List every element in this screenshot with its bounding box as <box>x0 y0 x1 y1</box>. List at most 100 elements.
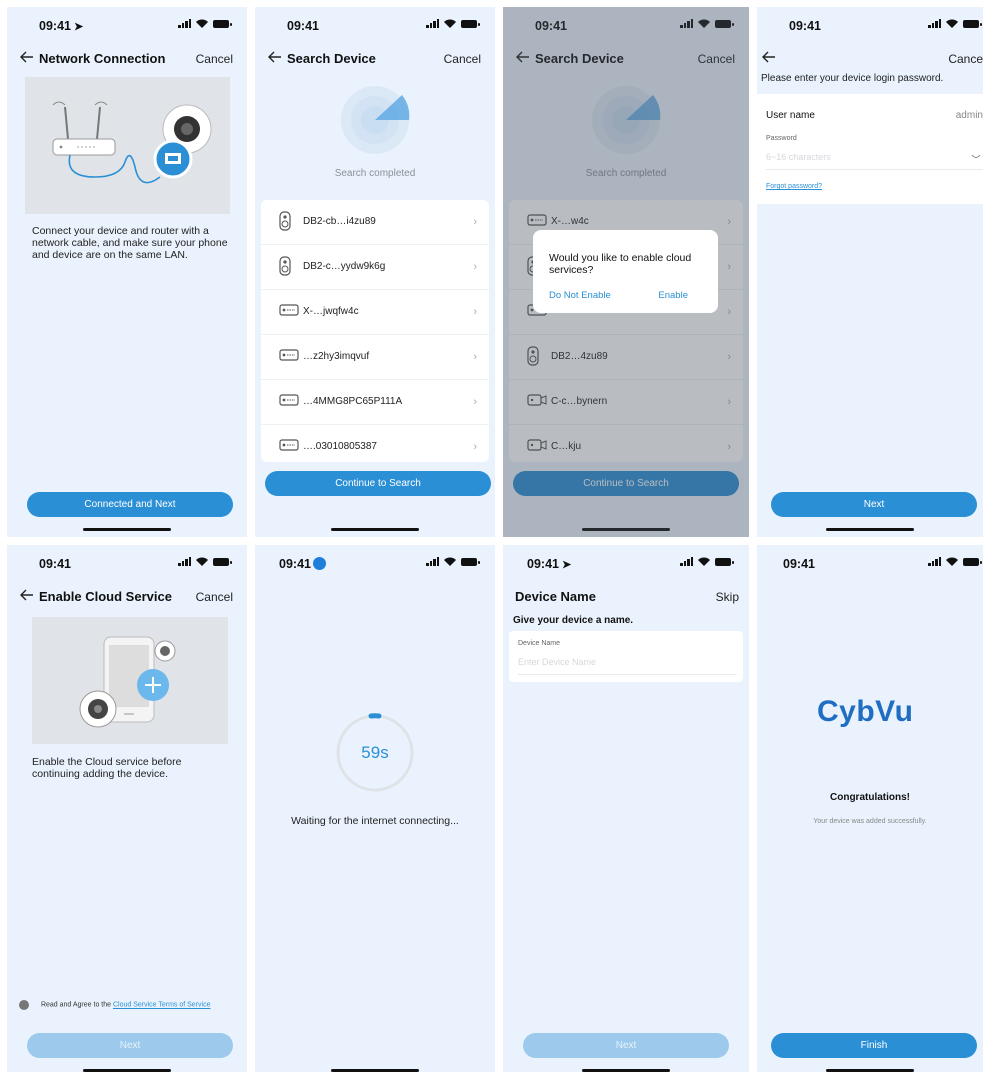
brand-logo: CybVu <box>817 695 914 728</box>
location-arrow-icon: ➤ <box>561 559 572 571</box>
screen-search-device-dialog: 09:41 Search Device Cancel Search comple… <box>503 7 749 537</box>
instruction-text: Give your device a name. <box>513 615 634 626</box>
screen-enable-cloud: 09:41 Enable Cloud Service Cancel Enable… <box>7 545 247 1072</box>
success-message: Your device was added successfully. <box>813 818 927 825</box>
page-title: Enable Cloud Service <box>39 589 172 604</box>
nav-bar: Device Name Skip <box>503 585 749 611</box>
cancel-button[interactable]: Cancel <box>196 590 233 604</box>
connected-next-button[interactable]: Connected and Next <box>27 492 233 517</box>
device-name: DB2-cb…i4zu89 <box>303 216 376 227</box>
agree-row: Read and Agree to the Cloud Service Term… <box>19 1000 244 1014</box>
device-list-item[interactable]: X-…jwqfw4c › <box>261 290 489 335</box>
chevron-right-icon: › <box>473 441 477 453</box>
status-time: 09:41 <box>279 557 326 571</box>
page-title: Device Name <box>515 589 596 604</box>
status-indicators <box>928 19 982 28</box>
signal-icon <box>928 19 941 28</box>
continue-search-button[interactable]: Continue to Search <box>265 471 491 496</box>
battery-icon <box>963 558 982 566</box>
cancel-button[interactable]: Cance <box>948 52 983 66</box>
signal-icon <box>426 19 439 28</box>
device-name: …z2hy3imqvuf <box>303 351 370 362</box>
wifi-icon <box>196 19 208 28</box>
forgot-password-link[interactable]: Forgot password? <box>766 183 822 190</box>
status-indicators <box>680 557 734 566</box>
status-indicators <box>426 557 480 566</box>
nav-bar: Network Connection Cancel <box>7 47 247 73</box>
screen-device-login: 09:41 Cance Please enter your device log… <box>757 7 983 537</box>
status-time: 09:41 ➤ <box>527 557 572 571</box>
device-list-item[interactable]: …z2hy3imqvuf › <box>261 335 489 380</box>
status-bar: 09:41 <box>255 545 495 579</box>
wifi-icon <box>444 19 456 28</box>
device-list-item[interactable]: ….03010805387 › <box>261 425 489 462</box>
wifi-icon <box>196 557 208 566</box>
status-bar: 09:41 <box>255 7 495 41</box>
home-indicator <box>826 527 914 531</box>
wifi-icon <box>698 557 710 566</box>
do-not-enable-button[interactable]: Do Not Enable <box>549 290 611 301</box>
back-arrow-icon[interactable] <box>19 49 35 65</box>
next-button[interactable]: Next <box>27 1033 233 1058</box>
location-arrow-icon: ➤ <box>73 21 84 33</box>
next-button[interactable]: Next <box>523 1033 729 1058</box>
nav-bar: Enable Cloud Service Cancel <box>7 585 247 611</box>
status-time: 09:41 <box>789 19 821 33</box>
chevron-right-icon: › <box>473 261 477 273</box>
cancel-button[interactable]: Cancel <box>196 52 233 66</box>
device-name: …4MMG8PC65P111A <box>303 396 403 407</box>
status-indicators <box>178 19 232 28</box>
instruction-text: Connect your device and router with a ne… <box>32 225 228 261</box>
wifi-icon <box>444 557 456 566</box>
instruction-text: Please enter your device login password. <box>761 73 944 84</box>
chevron-right-icon: › <box>473 216 477 228</box>
screen-waiting-connection: 09:41 59s Waiting for the internet conne… <box>255 545 495 1072</box>
next-button[interactable]: Next <box>771 492 977 517</box>
terms-link[interactable]: Cloud Service Terms of Service <box>113 1002 211 1009</box>
device-name: X-…jwqfw4c <box>303 306 359 317</box>
home-indicator <box>331 1068 419 1072</box>
battery-icon <box>715 558 734 566</box>
signal-icon <box>426 557 439 566</box>
screen-network-connection: 09:41 ➤ Network Connection Cancel Connec… <box>7 7 247 537</box>
status-bar: 09:41 ➤ <box>7 7 247 41</box>
status-bar: 09:41 <box>757 545 983 579</box>
enable-button[interactable]: Enable <box>658 290 688 301</box>
password-input[interactable]: 6~16 characters <box>766 152 831 162</box>
device-list-item[interactable]: DB2-cb…i4zu89 › <box>261 200 489 245</box>
nvr-icon <box>279 348 299 366</box>
device-name-underline <box>518 674 737 675</box>
nav-bar: Cance <box>757 47 983 73</box>
status-time: 09:41 ➤ <box>39 19 84 33</box>
signal-icon <box>928 557 941 566</box>
cancel-button[interactable]: Cancel <box>444 52 481 66</box>
nvr-icon <box>279 393 299 411</box>
nvr-icon <box>279 438 299 456</box>
page-title: Network Connection <box>39 51 166 66</box>
home-indicator <box>83 1068 171 1072</box>
signal-icon <box>178 19 191 28</box>
signal-icon <box>680 557 693 566</box>
finish-button[interactable]: Finish <box>771 1033 977 1058</box>
battery-icon <box>213 20 232 28</box>
screen-finish: 09:41 CybVu Congratulations! Your device… <box>757 545 983 1072</box>
device-name-input[interactable]: Enter Device Name <box>518 657 596 667</box>
back-arrow-icon[interactable] <box>267 49 283 65</box>
back-arrow-icon[interactable] <box>761 49 777 65</box>
device-list: DB2-cb…i4zu89 › DB2-c…yydw9k6g › X-…jwqfw4c ›… <box>261 200 489 462</box>
cloud-service-dialog: Would you like to enable cloud services?… <box>533 230 718 313</box>
wifi-icon <box>946 557 958 566</box>
eye-closed-icon[interactable] <box>971 154 981 160</box>
status-bar: 09:41 <box>757 7 983 41</box>
device-name: DB2-c…yydw9k6g <box>303 261 386 272</box>
skip-button[interactable]: Skip <box>716 590 739 604</box>
status-time: 09:41 <box>39 557 71 571</box>
back-arrow-icon[interactable] <box>19 587 35 603</box>
device-list-item[interactable]: …4MMG8PC65P111A › <box>261 380 489 425</box>
home-indicator <box>826 1068 914 1072</box>
username-value[interactable]: admin <box>956 110 983 121</box>
agree-radio[interactable] <box>19 1000 29 1010</box>
router-camera-illustration <box>25 77 230 214</box>
device-list-item[interactable]: DB2-c…yydw9k6g › <box>261 245 489 290</box>
doorbell-icon <box>279 256 291 281</box>
